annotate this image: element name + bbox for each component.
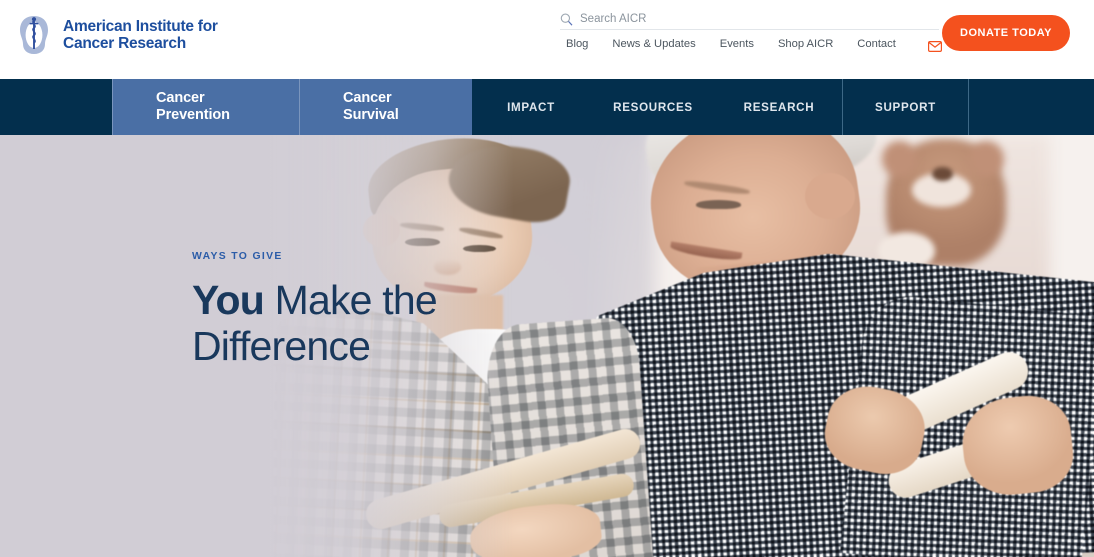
- nav-item-research-label: RESEARCH: [743, 100, 815, 114]
- utility-nav-item-shop[interactable]: Shop AICR: [778, 38, 833, 50]
- teddy-bear-ear-left: [881, 141, 917, 178]
- hero-photo: [0, 135, 1094, 557]
- nav-item-resources-label: RESOURCES: [613, 100, 693, 114]
- nav-item-cancer-survival-label: Cancer Survival: [343, 89, 399, 123]
- utility-nav-item-events[interactable]: Events: [720, 38, 754, 50]
- envelope-icon: [927, 39, 942, 52]
- nav-item-cancer-survival[interactable]: Cancer Survival: [299, 79, 472, 135]
- aicr-ways-to-give-page: American Institute for Cancer Research B…: [0, 0, 1094, 557]
- utility-nav-item-contact[interactable]: Contact: [857, 38, 896, 50]
- nav-left-spacer: [0, 79, 112, 135]
- boy-eye-right: [462, 244, 496, 253]
- hero-headline-emphasis: You: [192, 277, 265, 323]
- hero-headline: You Make the Difference: [192, 277, 438, 370]
- nav-item-resources[interactable]: RESOURCES: [590, 79, 716, 135]
- site-header: American Institute for Cancer Research B…: [0, 0, 1094, 79]
- nav-item-impact[interactable]: IMPACT: [472, 79, 590, 135]
- search-bar[interactable]: [560, 8, 939, 30]
- grandfather-eye: [695, 200, 741, 210]
- utility-nav-item-blog[interactable]: Blog: [566, 38, 588, 50]
- nav-item-cancer-prevention-label: Cancer Prevention: [156, 89, 230, 123]
- nav-item-impact-label: IMPACT: [507, 100, 555, 114]
- donate-today-button[interactable]: DONATE TODAY: [942, 15, 1070, 51]
- hero-eyebrow: WAYS TO GIVE: [192, 251, 283, 262]
- hero-copy: WAYS TO GIVE You Make the Difference: [192, 251, 438, 370]
- boy-nose: [434, 259, 461, 275]
- nav-right-spacer: [969, 79, 1094, 135]
- search-input[interactable]: [580, 12, 910, 25]
- nav-item-research[interactable]: RESEARCH: [716, 79, 842, 135]
- site-logo[interactable]: American Institute for Cancer Research: [14, 14, 218, 56]
- header-right-cluster: Blog News & Updates Events Shop AICR Con…: [560, 0, 1094, 79]
- boy-ear: [363, 213, 401, 247]
- main-navigation: Cancer Prevention Cancer Survival IMPACT…: [0, 79, 1094, 135]
- nav-item-cancer-prevention[interactable]: Cancer Prevention: [112, 79, 299, 135]
- search-icon: [560, 13, 573, 26]
- brand-name: American Institute for Cancer Research: [63, 17, 218, 52]
- aicr-caduceus-logo-icon: [14, 14, 54, 56]
- teddy-bear-nose: [932, 166, 953, 181]
- nav-item-support-label: SUPPORT: [875, 100, 936, 114]
- hero-section: WAYS TO GIVE You Make the Difference $25…: [0, 135, 1094, 557]
- nav-item-support[interactable]: SUPPORT: [842, 79, 969, 135]
- utility-nav-item-news[interactable]: News & Updates: [612, 38, 695, 50]
